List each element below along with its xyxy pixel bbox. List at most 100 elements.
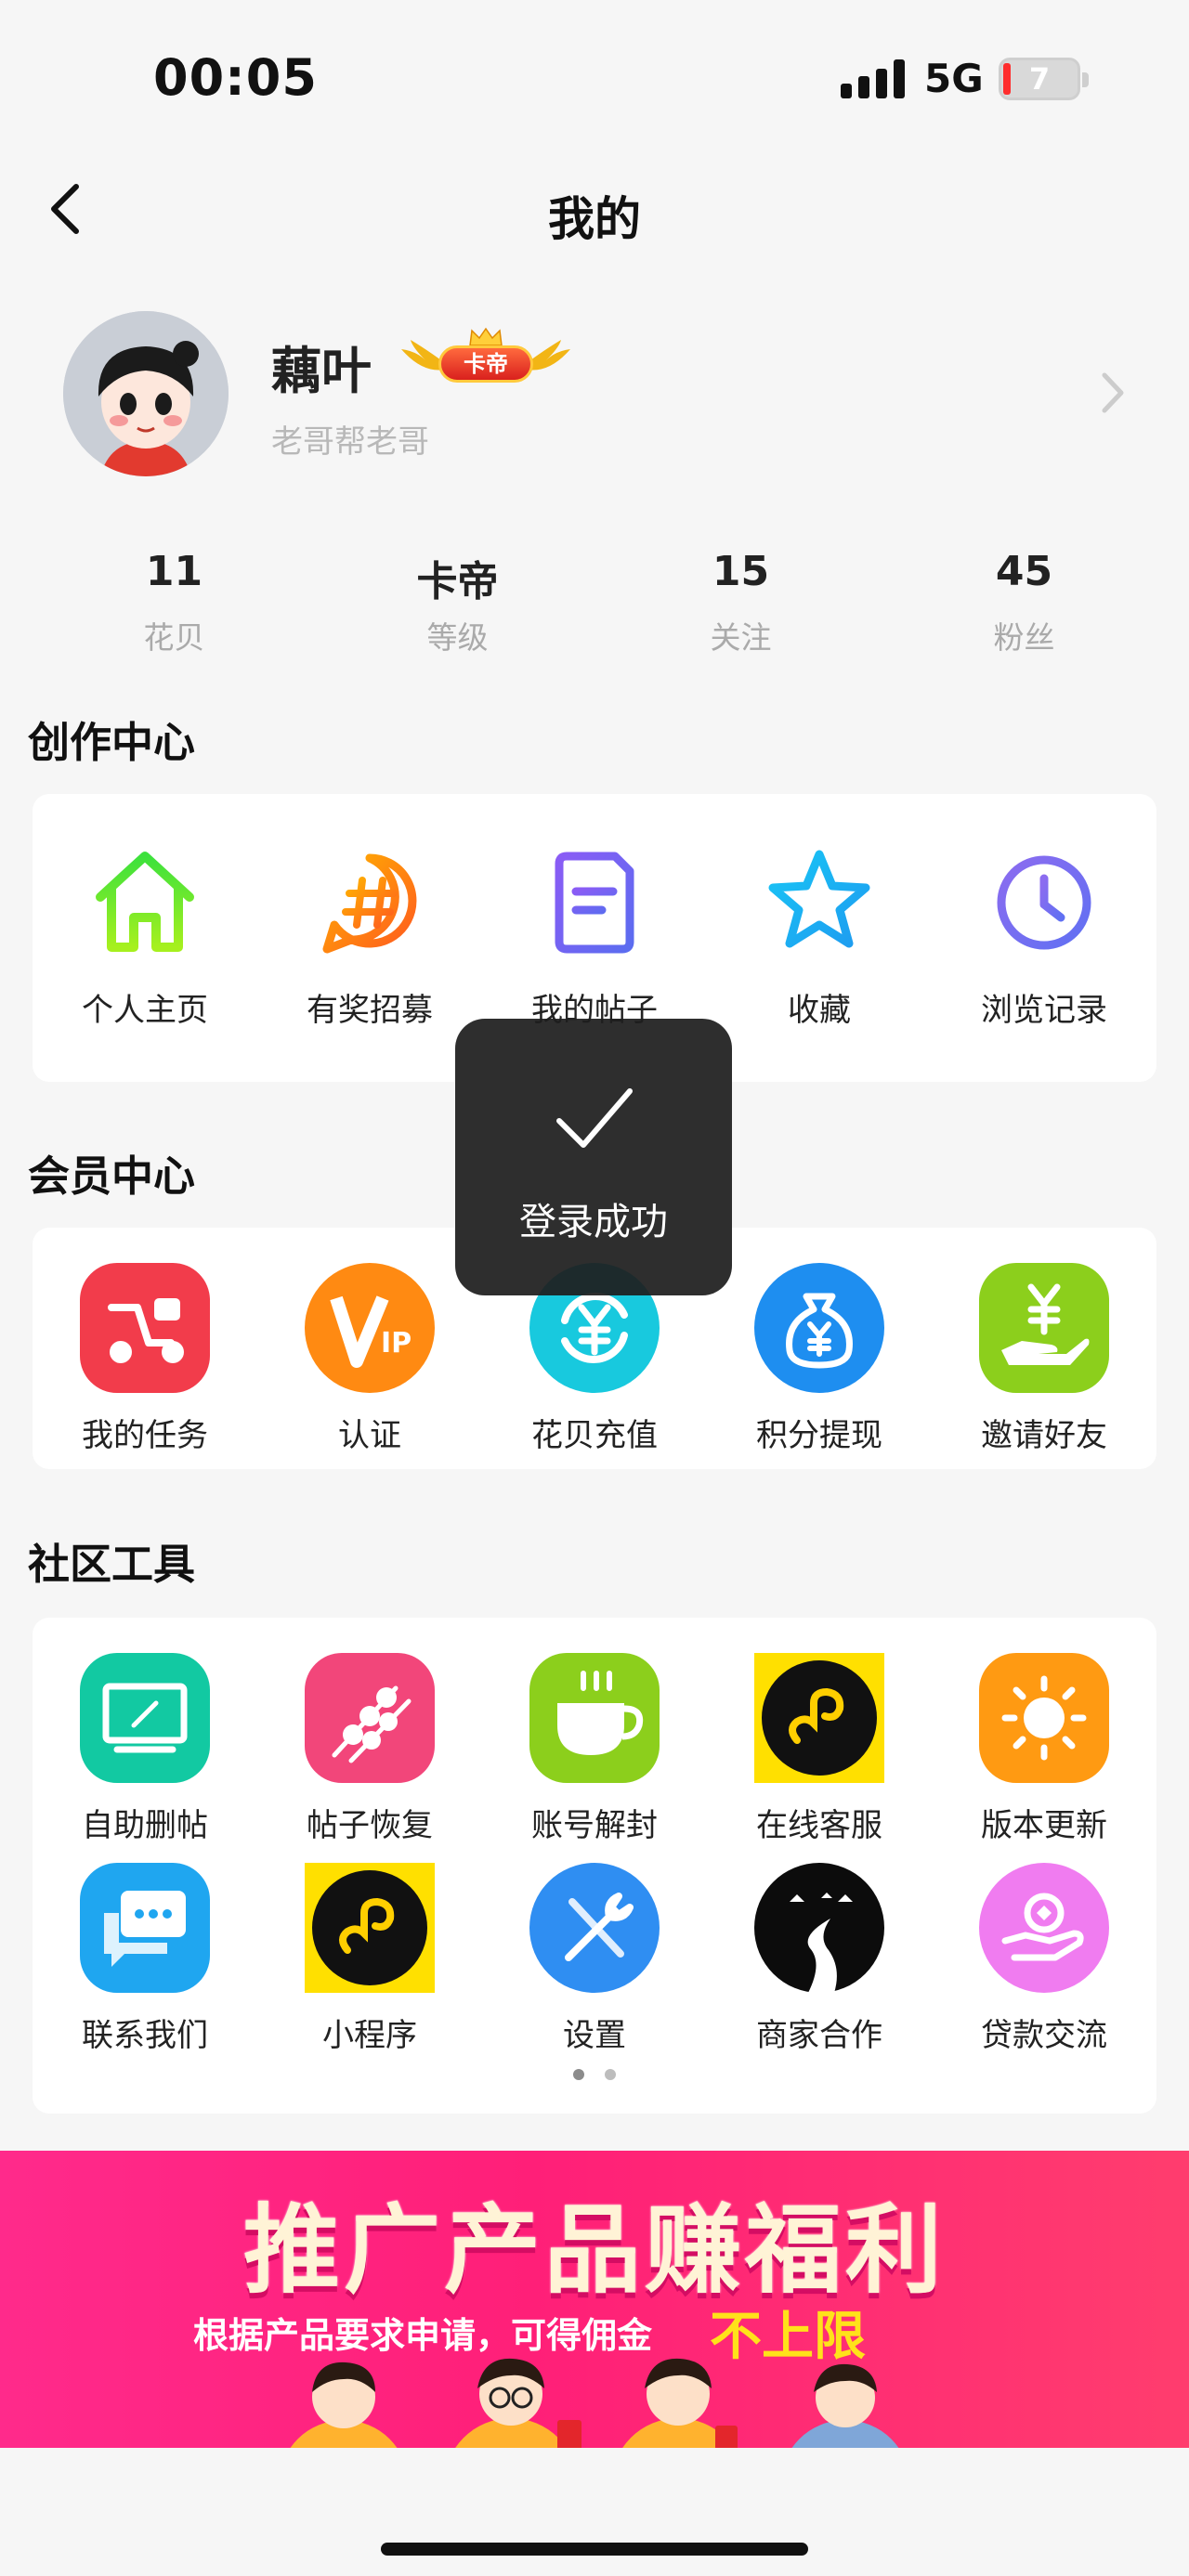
yen-hand-icon [977,1261,1111,1395]
money-bag-icon [752,1261,886,1395]
stat-label: 关注 [710,619,772,656]
section-title-creation: 创作中心 [28,718,196,767]
grid-item-customer-service[interactable]: 在线客服 [707,1651,932,1845]
clock-icon [977,836,1111,969]
crown-icon [469,327,503,346]
cartoon-people-illustration [290,2358,899,2448]
level-badge: 卡帝 [398,327,574,390]
avatar[interactable] [63,311,229,476]
avatar-cartoon-icon [63,311,229,476]
stat-value: 11 [145,548,203,595]
grid-item-my-tasks[interactable]: 我的任务 [33,1261,257,1455]
page-dot[interactable] [605,2069,616,2080]
road-landscape-icon [752,1861,886,1995]
banner-title: 推广产品赚福利 [242,2193,946,2307]
stat-value: 45 [995,548,1053,595]
vip-icon: IP [303,1261,437,1395]
grid-item-favorites[interactable]: 收藏 [707,836,932,1030]
community-tools-card: 自助删帖 帖子恢复 账号解封 在线客服 版本更新 联系我们 小程序 设置 商家合… [33,1618,1156,2114]
monitor-edit-icon [78,1651,212,1785]
home-icon [78,836,212,969]
grid-item-unban[interactable]: 账号解封 [482,1651,707,1845]
grid-item-loan-chat[interactable]: 贷款交流 [932,1861,1156,2055]
network-label: 5G [924,56,984,101]
community-tools-row-2: 联系我们 小程序 设置 商家合作 贷款交流 [33,1861,1156,2055]
stat-flower-coins[interactable]: 11 花贝 [28,548,311,657]
profile-page: 00:05 5G 7 我的 藕叶 卡帝 老哥帮老哥 11 花贝 卡帝 等级 15… [0,0,1189,2576]
star-icon [752,836,886,969]
user-subtitle: 老哥帮老哥 [271,423,429,461]
grid-label: 邀请好友 [981,1417,1107,1454]
toast-text: 登录成功 [519,1201,668,1243]
page-indicator [33,2069,1156,2080]
grid-label: 浏览记录 [981,992,1107,1029]
grid-label: 自助删帖 [82,1807,208,1844]
page-dot-active[interactable] [573,2069,584,2080]
login-success-toast: 登录成功 [455,1019,732,1295]
grid-item-business[interactable]: 商家合作 [707,1861,932,2055]
stat-following[interactable]: 15 关注 [594,548,878,657]
grid-label: 商家合作 [756,2017,882,2054]
grid-label: 有奖招募 [307,992,433,1029]
grid-label: 收藏 [788,992,851,1029]
grid-label: 认证 [338,1417,401,1454]
coffee-cup-icon [528,1651,661,1785]
section-title-member: 会员中心 [28,1151,196,1201]
document-icon [528,836,661,969]
home-indicator[interactable] [381,2543,808,2556]
scooter-icon [78,1261,212,1395]
stat-label: 花贝 [143,619,205,656]
grid-item-history[interactable]: 浏览记录 [932,836,1156,1030]
grid-item-invite[interactable]: 邀请好友 [932,1261,1156,1455]
stat-label: 等级 [426,619,489,656]
battery-level: 7 [1028,61,1051,97]
skewers-icon [303,1651,437,1785]
grid-label: 积分提现 [756,1417,882,1454]
hashtag-bubble-icon [303,836,437,969]
grid-label: 版本更新 [981,1807,1107,1844]
grid-label: 帖子恢复 [307,1807,433,1844]
sun-icon [977,1651,1111,1785]
grid-label: 贷款交流 [981,2017,1107,2054]
stat-level[interactable]: 卡帝 等级 [311,548,594,657]
grid-label: 联系我们 [82,2017,208,2054]
profile-stats: 11 花贝 卡帝 等级 15 关注 45 粉丝 [28,548,1161,657]
stat-value: 15 [712,548,770,595]
svg-text:IP: IP [381,1327,412,1360]
grid-label: 我的任务 [82,1417,208,1454]
stat-followers[interactable]: 45 粉丝 [878,548,1161,657]
grid-item-verify[interactable]: IP 认证 [257,1261,482,1455]
status-time: 00:05 [153,48,318,107]
section-title-tools: 社区工具 [28,1540,196,1589]
grid-item-mini-program[interactable]: 小程序 [257,1861,482,2055]
grid-item-home[interactable]: 个人主页 [33,836,257,1030]
mini-program-icon [752,1651,886,1785]
chevron-right-icon[interactable] [1099,370,1127,416]
level-badge-label: 卡帝 [438,345,533,383]
battery-icon: 7 [999,58,1089,100]
grid-item-delete-post[interactable]: 自助删帖 [33,1651,257,1845]
checkmark-icon [556,1088,633,1148]
stat-label: 粉丝 [993,619,1055,656]
grid-item-restore-post[interactable]: 帖子恢复 [257,1651,482,1845]
username: 藕叶 [271,342,372,400]
grid-item-my-posts[interactable]: 我的帖子 [482,836,707,1030]
creation-center-row: 个人主页 有奖招募 我的帖子 收藏 浏览记录 [33,836,1156,1030]
hand-coin-icon [977,1861,1111,1995]
grid-label: 设置 [563,2017,626,2054]
grid-item-contact-us[interactable]: 联系我们 [33,1861,257,2055]
grid-item-update[interactable]: 版本更新 [932,1651,1156,1845]
mini-program-icon [303,1861,437,1995]
community-tools-row-1: 自助删帖 帖子恢复 账号解封 在线客服 版本更新 [33,1651,1156,1845]
promo-banner[interactable]: 推广产品赚福利 根据产品要求申请，可得佣金 不上限 [0,2151,1189,2448]
stat-value: 卡帝 [416,558,499,605]
grid-item-withdraw[interactable]: 积分提现 [707,1261,932,1455]
grid-label: 小程序 [322,2017,417,2054]
status-bar: 00:05 5G 7 [0,0,1189,158]
grid-label: 在线客服 [756,1807,882,1844]
grid-item-settings[interactable]: 设置 [482,1861,707,2055]
tools-icon [528,1861,661,1995]
grid-item-recruit[interactable]: 有奖招募 [257,836,482,1030]
grid-label: 个人主页 [82,992,208,1029]
page-title: 我的 [548,192,641,246]
